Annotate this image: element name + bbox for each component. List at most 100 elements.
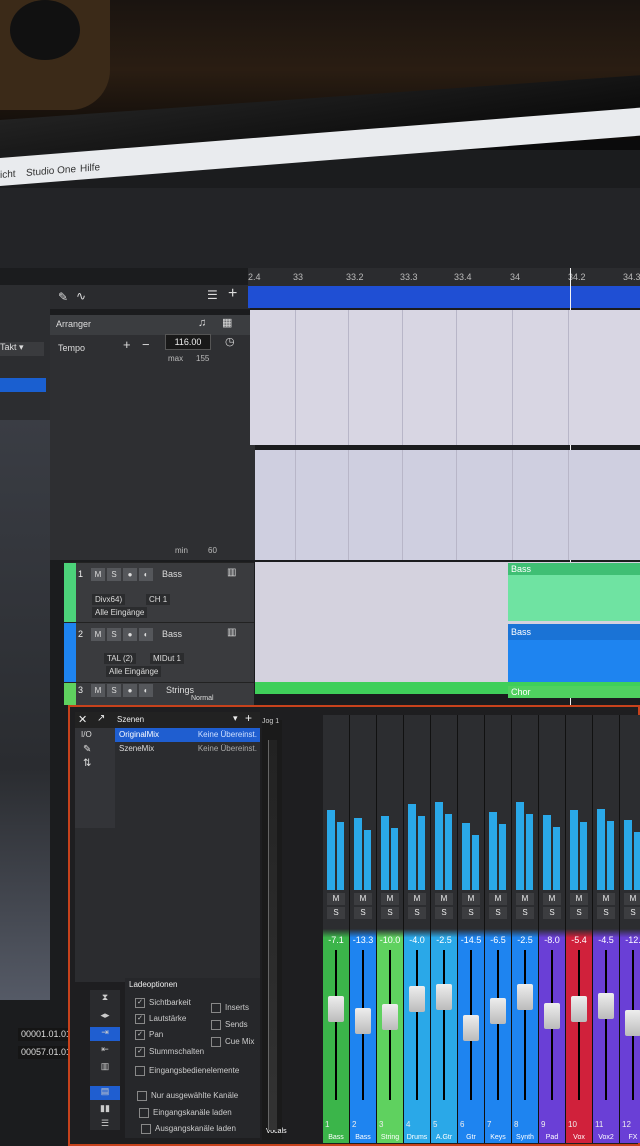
list-icon[interactable]: ☰ (90, 1118, 120, 1132)
mute-button[interactable]: M (462, 893, 480, 905)
record-button[interactable]: ● (123, 684, 137, 697)
clock-icon[interactable]: ◷ (225, 335, 235, 348)
pin-icon[interactable]: ↗ (97, 713, 105, 724)
volume-readout[interactable]: -6.5 (485, 935, 511, 945)
instrument-select[interactable]: TAL (2) (104, 653, 136, 664)
mute-button[interactable]: M (354, 893, 372, 905)
volume-readout[interactable]: -10.0 (377, 935, 403, 945)
track-mode[interactable]: Normal (191, 695, 214, 702)
option-input-controls[interactable]: Eingangsbedienelemente (135, 1066, 239, 1076)
meter-icon[interactable]: ▮▮ (90, 1103, 120, 1117)
mixer-channel-1[interactable]: M S -7.1 1 Bass (323, 715, 350, 1143)
expand-icon[interactable]: ⧗ (90, 992, 120, 1006)
clip-bass-1[interactable]: Bass (508, 563, 640, 621)
tempo-lane-lower[interactable] (255, 450, 640, 560)
volume-fader[interactable] (571, 996, 587, 1022)
mixer-channel-9[interactable]: M S -8.0 9 Pad (539, 715, 566, 1143)
solo-button[interactable]: S (107, 628, 121, 641)
solo-button[interactable]: S (408, 907, 426, 919)
option-mute[interactable]: ✓ Stummschalten (135, 1047, 204, 1057)
checkbox-checked[interactable]: ✓ (135, 998, 145, 1008)
volume-fader[interactable] (544, 1003, 560, 1029)
record-button[interactable]: ● (123, 628, 137, 641)
solo-button[interactable]: S (597, 907, 615, 919)
mute-button[interactable]: M (543, 893, 561, 905)
mute-button[interactable]: M (489, 893, 507, 905)
channel-name[interactable]: Bass (323, 1132, 349, 1143)
channel-name[interactable]: Vox2 (593, 1132, 619, 1143)
solo-button[interactable]: S (327, 907, 345, 919)
menu-hilfe[interactable]: Hilfe (80, 162, 100, 175)
volume-fader[interactable] (328, 996, 344, 1022)
channel-name[interactable]: Gtr (458, 1132, 484, 1143)
mute-button[interactable]: M (516, 893, 534, 905)
option-inserts[interactable]: Inserts (211, 1003, 249, 1013)
checkbox[interactable] (211, 1003, 221, 1013)
menu-ansicht[interactable]: icht (0, 169, 16, 181)
tempo-minus-button[interactable]: − (142, 337, 150, 352)
option-load-outputs[interactable]: Ausgangskanäle laden (141, 1124, 236, 1134)
monitor-button[interactable]: ◐ (139, 684, 153, 697)
io-button[interactable]: I/O (81, 730, 92, 739)
checkbox[interactable] (139, 1108, 149, 1118)
mixer-channel-6[interactable]: M S -14.5 6 Gtr (458, 715, 485, 1143)
option-visibility[interactable]: ✓ Sichtbarkeit (135, 998, 191, 1008)
scene-item[interactable]: OriginalMix Keine Übereinst. (115, 728, 260, 742)
mute-button[interactable]: M (327, 893, 345, 905)
add-track-icon[interactable]: + (228, 285, 237, 303)
volume-fader[interactable] (490, 998, 506, 1024)
routing-icon[interactable]: ⇥ (90, 1027, 120, 1041)
channel-name[interactable]: Keys (485, 1132, 511, 1143)
channel-name[interactable]: Pad (539, 1132, 565, 1143)
mute-button[interactable]: M (91, 568, 105, 581)
mute-button[interactable]: M (624, 893, 640, 905)
checkbox-checked[interactable]: ✓ (135, 1047, 145, 1057)
volume-fader[interactable] (355, 1008, 371, 1034)
solo-button[interactable]: S (516, 907, 534, 919)
scenes-menu-icon[interactable]: ▾ (233, 713, 238, 724)
keyboard-icon[interactable]: ▥ (227, 627, 236, 638)
monitor-button[interactable]: ◐ (139, 568, 153, 581)
volume-readout[interactable]: -7.1 (323, 935, 349, 945)
channel-name[interactable]: A.Gtr (431, 1132, 457, 1143)
wrench-icon[interactable]: ✎ (83, 744, 91, 755)
tempo-value-field[interactable]: 116.00 (165, 334, 211, 350)
volume-readout[interactable]: -2.5 (431, 935, 457, 945)
solo-button[interactable]: S (107, 684, 121, 697)
piano-icon[interactable]: ▥ (90, 1061, 120, 1075)
channel-name[interactable]: Bass (350, 1132, 376, 1143)
track-3-header[interactable]: 3 M S ● ◐ Strings Normal (64, 682, 254, 705)
volume-readout[interactable]: -5.4 (566, 935, 592, 945)
record-button[interactable]: ● (123, 568, 137, 581)
input-select[interactable]: Alle Eingänge (92, 607, 148, 618)
close-icon[interactable]: ✕ (78, 713, 87, 726)
arranger-track-bar[interactable] (248, 286, 640, 308)
input-icon[interactable]: ⇤ (90, 1044, 120, 1058)
track-name[interactable]: Bass (162, 629, 182, 639)
track-name[interactable]: Strings (166, 685, 194, 695)
option-cue-mix[interactable]: Cue Mix (211, 1037, 254, 1047)
channel-name[interactable]: FX (620, 1132, 640, 1143)
width-icon[interactable]: ◂▸ (90, 1010, 120, 1024)
volume-readout[interactable]: -12. (620, 935, 640, 945)
keyboard-icon[interactable]: ▥ (227, 567, 236, 578)
automation-icon[interactable]: ∿ (76, 289, 86, 303)
solo-button[interactable]: S (624, 907, 640, 919)
option-load-inputs[interactable]: Eingangskanäle laden (139, 1108, 232, 1118)
wrench-icon[interactable]: ✎ (58, 290, 68, 304)
mute-button[interactable]: M (91, 628, 105, 641)
volume-readout[interactable]: -14.5 (458, 935, 484, 945)
mute-button[interactable]: M (570, 893, 588, 905)
mixer-channel-10[interactable]: M S -5.4 10 Vox (566, 715, 593, 1143)
input-select[interactable]: Alle Eingänge (106, 666, 162, 677)
mixer-channel-8[interactable]: M S -2.5 8 Synth (512, 715, 539, 1143)
mute-button[interactable]: M (408, 893, 426, 905)
solo-button[interactable]: S (354, 907, 372, 919)
solo-button[interactable]: S (381, 907, 399, 919)
mixer-channel-11[interactable]: M S -4.5 11 Vox2 (593, 715, 620, 1143)
track-2-header[interactable]: 2 M S ● ◐ Bass ▥ TAL (2) MIDut 1 Alle Ei… (64, 622, 254, 683)
channel-name[interactable]: Drums (404, 1132, 430, 1143)
checkbox[interactable] (135, 1066, 145, 1076)
left-selected-item[interactable] (0, 378, 46, 392)
volume-fader[interactable] (517, 984, 533, 1010)
